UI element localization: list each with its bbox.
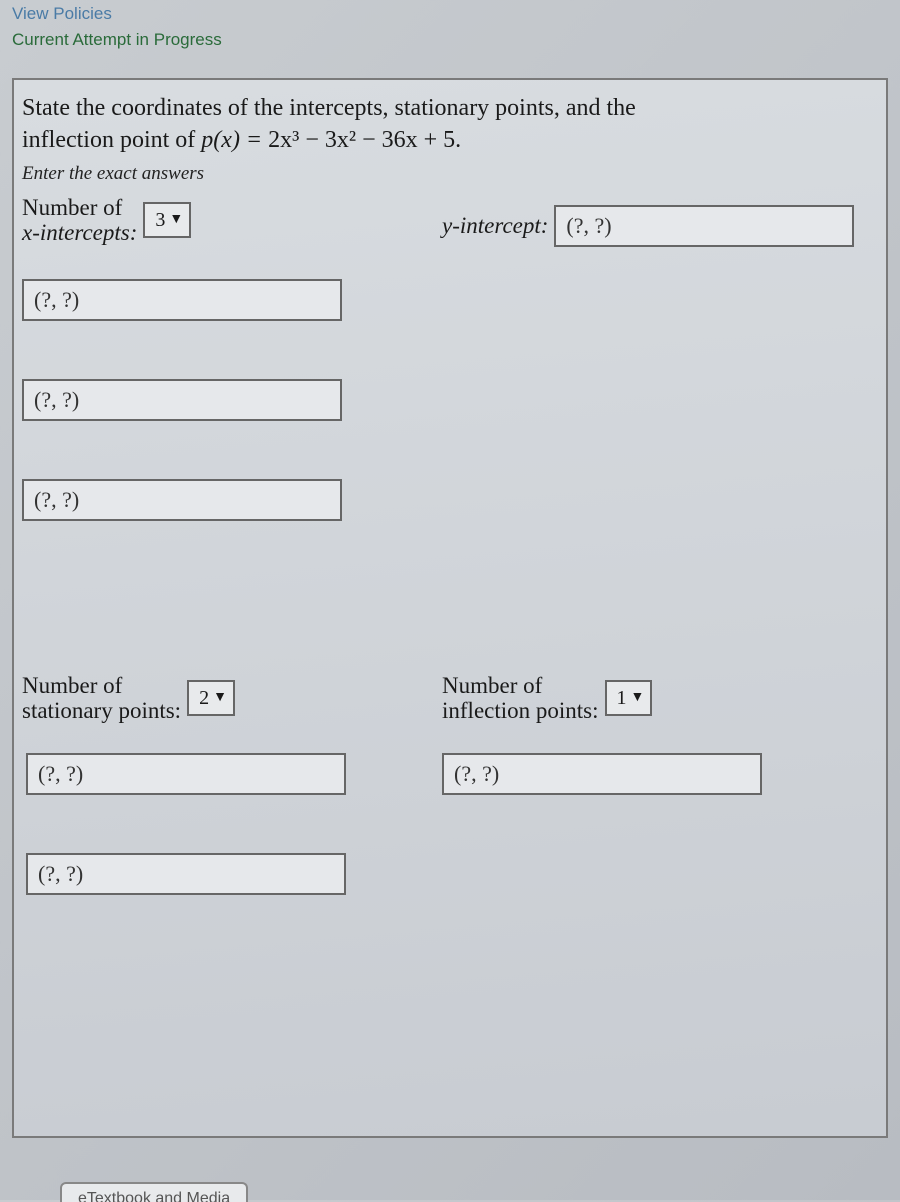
function-lhs: p(x) = — [201, 127, 268, 153]
inflection-value-1: (?, ?) — [454, 761, 499, 787]
etextbook-button[interactable]: eTextbook and Media — [60, 1182, 248, 1202]
x-intercepts-count-select[interactable]: 3 ▼ — [143, 202, 191, 238]
x-intercept-input-3[interactable]: (?, ?) — [22, 479, 342, 521]
etextbook-label: eTextbook and Media — [78, 1190, 230, 1202]
chevron-down-icon: ▼ — [631, 690, 645, 706]
y-intercept-input[interactable]: (?, ?) — [554, 205, 854, 247]
problem-statement: State the coordinates of the intercepts,… — [18, 90, 882, 161]
x-intercept-value-3: (?, ?) — [34, 487, 79, 513]
chevron-down-icon: ▼ — [213, 690, 227, 706]
stationary-label: Number of stationary points: — [22, 673, 181, 724]
stationary-count-select[interactable]: 2 ▼ — [187, 680, 235, 716]
function-rhs: 2x³ − 3x² − 36x + 5. — [268, 127, 461, 153]
stationary-label-line1: Number of — [22, 673, 122, 698]
stationary-value-1: (?, ?) — [38, 761, 83, 787]
stationary-input-2[interactable]: (?, ?) — [26, 853, 346, 895]
intercepts-row: Number of x-intercepts: 3 ▼ y-intercept:… — [18, 193, 882, 249]
stationary-count-value: 2 — [199, 687, 209, 710]
x-intercept-value-1: (?, ?) — [34, 287, 79, 313]
problem-line1: State the coordinates of the intercepts,… — [22, 95, 636, 121]
problem-line2-prefix: inflection point of — [22, 127, 201, 153]
points-inputs-row: (?, ?) (?, ?) (?, ?) — [18, 739, 882, 897]
inflection-input-1[interactable]: (?, ?) — [442, 753, 762, 795]
stationary-input-1[interactable]: (?, ?) — [26, 753, 346, 795]
x-intercept-value-2: (?, ?) — [34, 387, 79, 413]
x-intercepts-count-value: 3 — [155, 209, 165, 232]
view-policies-link[interactable]: View Policies — [12, 4, 888, 24]
problem-container: State the coordinates of the intercepts,… — [12, 78, 888, 1138]
x-intercepts-label-line1: Number of — [22, 195, 122, 220]
x-intercept-input-2[interactable]: (?, ?) — [22, 379, 342, 421]
current-attempt-link[interactable]: Current Attempt in Progress — [12, 30, 222, 49]
stationary-label-line2: stationary points: — [22, 698, 181, 723]
inflection-count-value: 1 — [617, 687, 627, 710]
instruction-text: Enter the exact answers — [18, 161, 882, 193]
inflection-count-select[interactable]: 1 ▼ — [605, 680, 653, 716]
inflection-label-line1: Number of — [442, 673, 542, 698]
y-intercept-value: (?, ?) — [566, 213, 611, 239]
y-intercept-label: y-intercept: — [442, 213, 548, 239]
inflection-label: Number of inflection points: — [442, 673, 599, 724]
x-intercepts-label: Number of x-intercepts: — [22, 195, 137, 246]
x-intercept-input-1[interactable]: (?, ?) — [22, 279, 342, 321]
x-intercepts-label-line2: x-intercepts: — [22, 220, 137, 245]
stationary-value-2: (?, ?) — [38, 861, 83, 887]
chevron-down-icon: ▼ — [169, 212, 183, 228]
points-row: Number of stationary points: 2 ▼ Number … — [18, 671, 882, 726]
inflection-label-line2: inflection points: — [442, 698, 599, 723]
top-links: View Policies Current Attempt in Progres… — [12, 0, 888, 58]
